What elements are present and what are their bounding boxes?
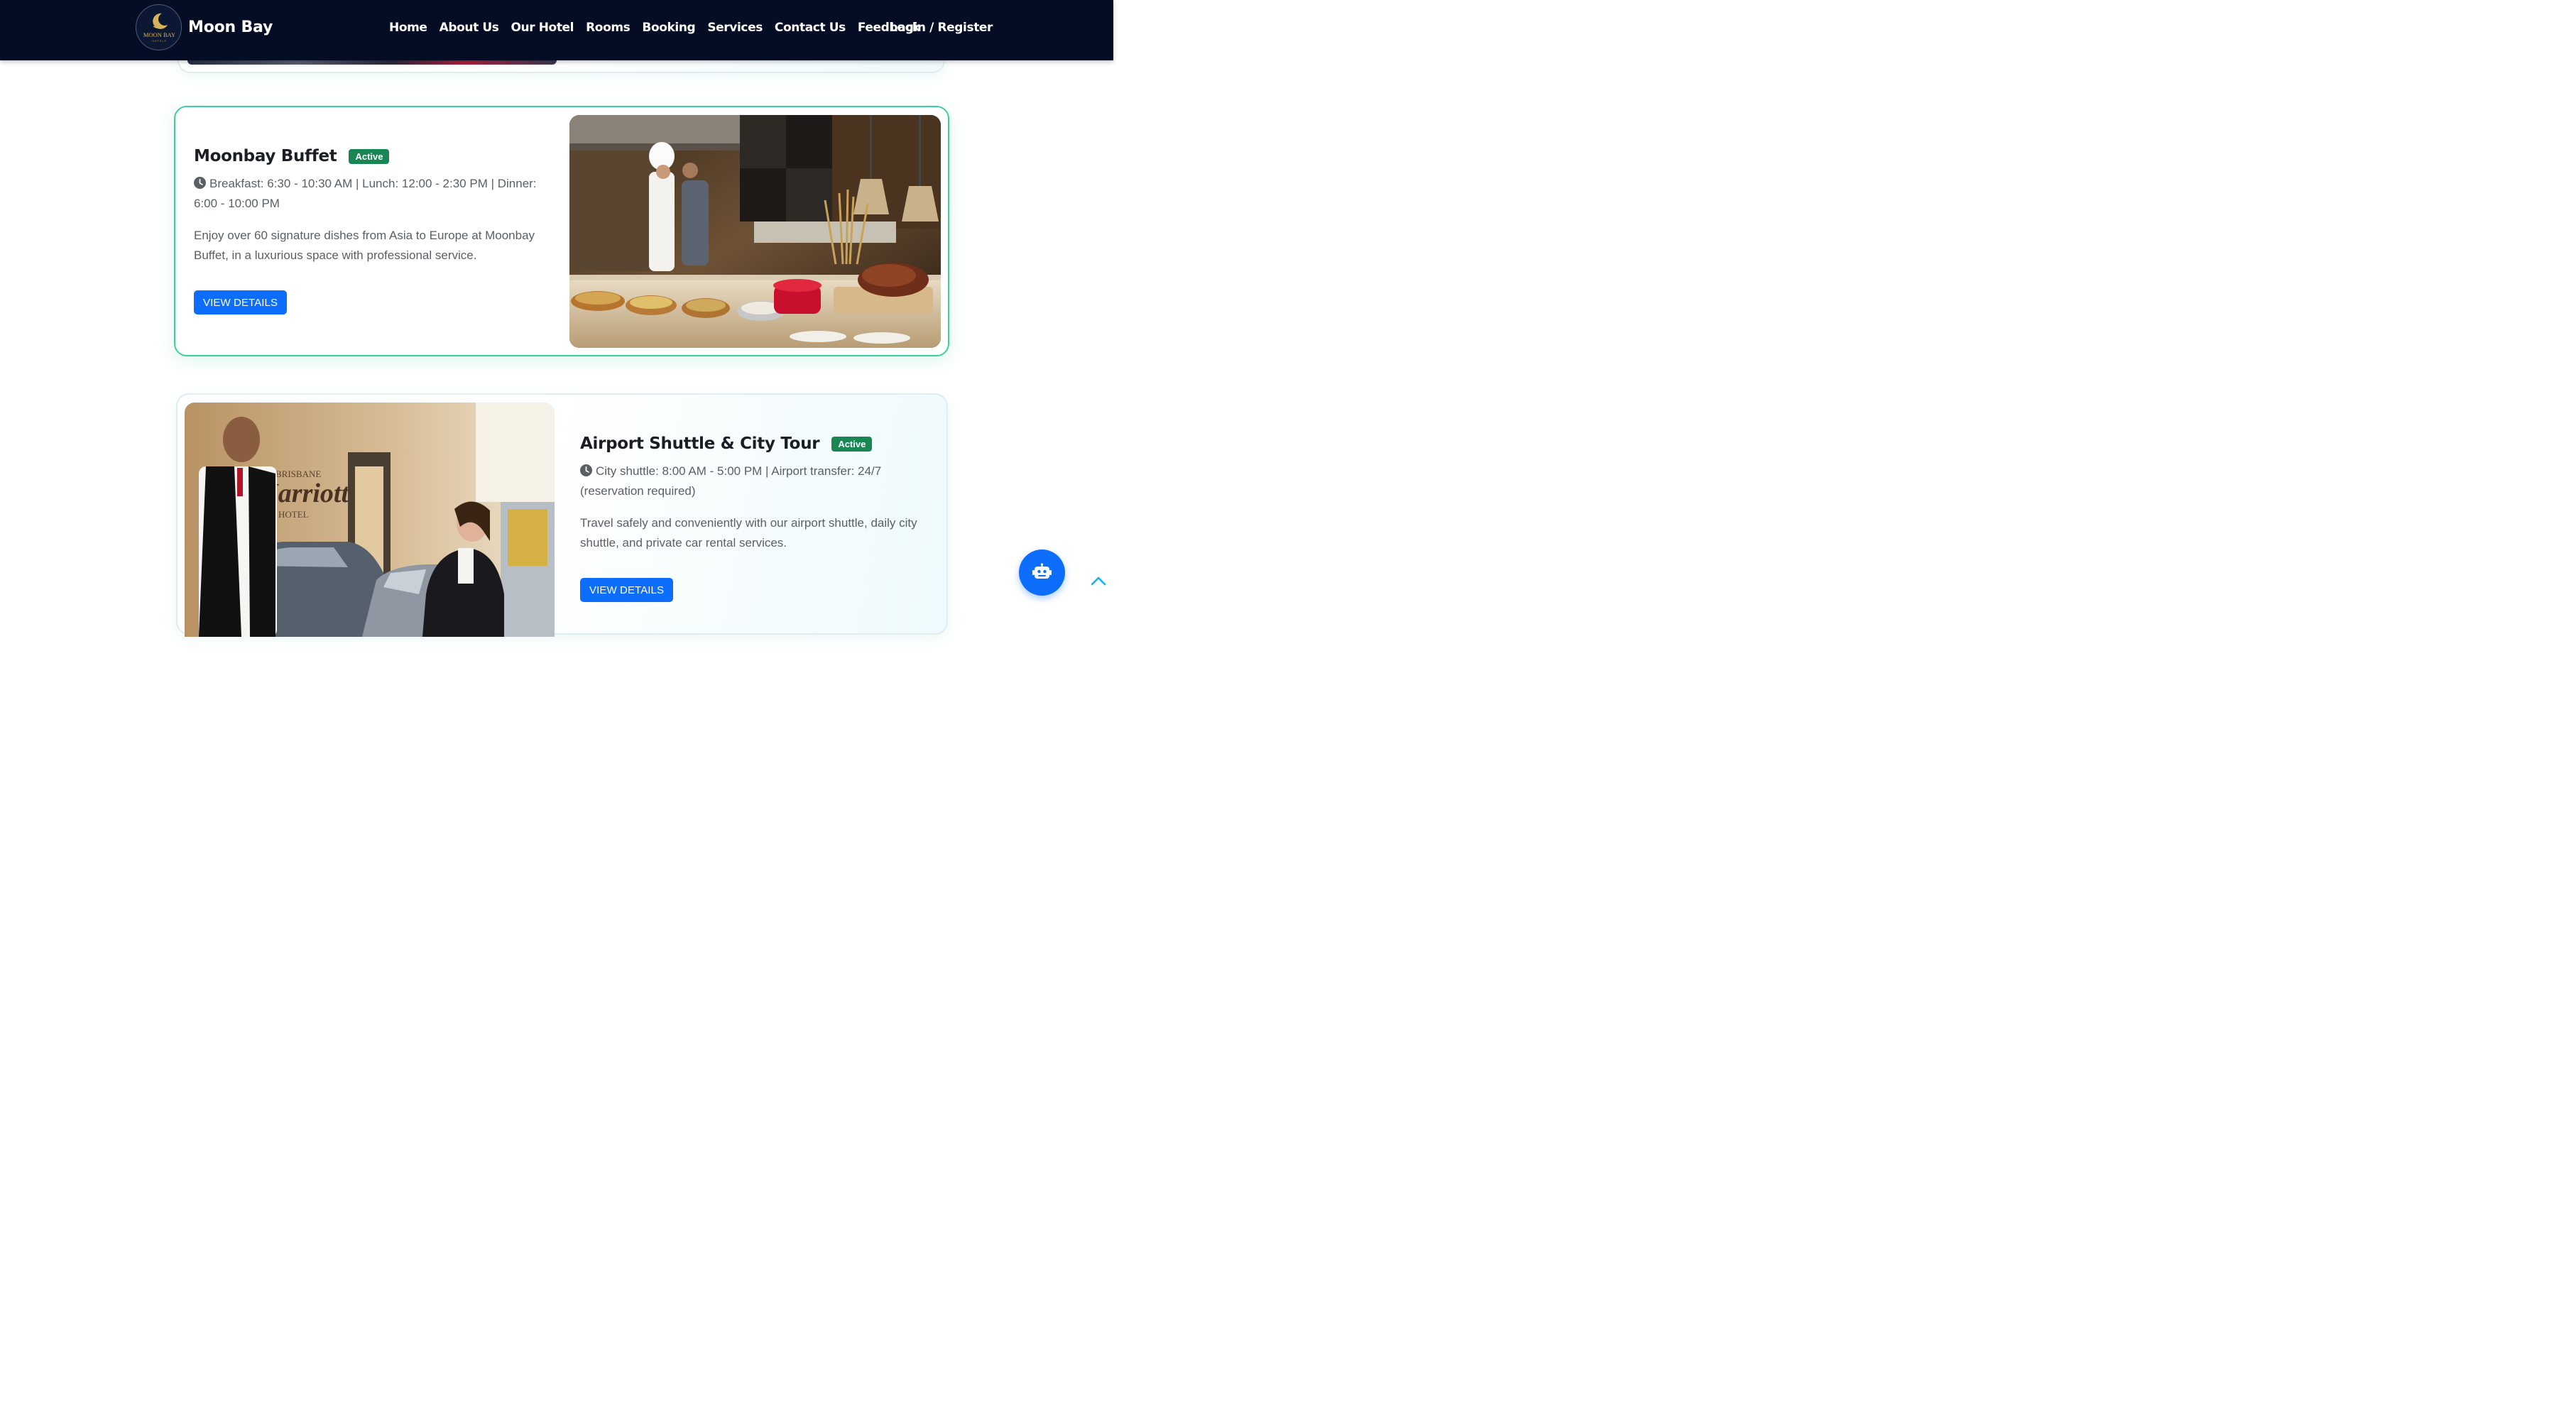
hotel-sign-line3: HOTEL <box>278 509 309 520</box>
hotel-sign-line1: BRISBANE <box>275 469 321 479</box>
chatbot-button[interactable] <box>1019 550 1065 596</box>
nav-link-rooms[interactable]: Rooms <box>586 21 631 35</box>
service-card-buffet: Moonbay Buffet Active Breakfast: 6:30 - … <box>174 106 949 356</box>
service-info: Moonbay Buffet Active Breakfast: 6:30 - … <box>194 147 549 315</box>
service-hours: Breakfast: 6:30 - 10:30 AM | Lunch: 12:0… <box>194 174 549 214</box>
logo-subtext: HOTELS <box>152 40 166 43</box>
nav-links: Home About Us Our Hotel Rooms Booking Se… <box>389 21 932 35</box>
navbar: MOON BAY HOTELS Moon Bay Home About Us O… <box>0 0 1113 60</box>
moon-logo-icon: MOON BAY HOTELS <box>143 13 175 43</box>
nav-link-contact-us[interactable]: Contact Us <box>775 21 846 35</box>
login-register-link[interactable]: Login / Register <box>890 21 993 35</box>
chevron-up-icon[interactable] <box>1090 574 1107 588</box>
service-hours-text: Breakfast: 6:30 - 10:30 AM | Lunch: 12:0… <box>194 177 537 210</box>
service-title: Airport Shuttle & City Tour <box>580 434 820 453</box>
nav-link-booking[interactable]: Booking <box>642 21 695 35</box>
service-description: Enjoy over 60 signature dishes from Asia… <box>194 229 535 262</box>
clock-icon <box>580 464 592 476</box>
nav-link-about-us[interactable]: About Us <box>440 21 499 35</box>
status-badge: Active <box>831 436 873 452</box>
buffet-photo <box>569 115 941 348</box>
service-card-shuttle: BRISBANE Marriott HOTEL Airport Shuttle … <box>176 393 948 637</box>
service-hours: City shuttle: 8:00 AM - 5:00 PM | Airpor… <box>580 461 928 501</box>
status-badge: Active <box>349 148 390 164</box>
brand-name[interactable]: Moon Bay <box>188 18 273 36</box>
service-hours-text: City shuttle: 8:00 AM - 5:00 PM | Airpor… <box>580 464 882 498</box>
nav-link-home[interactable]: Home <box>389 21 427 35</box>
logo-text: MOON BAY <box>143 31 175 38</box>
service-description: Travel safely and conveniently with our … <box>580 516 917 550</box>
brand[interactable]: MOON BAY HOTELS Moon Bay <box>136 4 273 50</box>
service-title: Moonbay Buffet <box>194 147 337 165</box>
brand-logo[interactable]: MOON BAY HOTELS <box>136 4 182 50</box>
clock-icon <box>194 177 206 189</box>
service-info: Airport Shuttle & City Tour Active City … <box>580 434 928 602</box>
service-photo-previous <box>187 60 557 65</box>
view-details-button[interactable]: VIEW DETAILS <box>580 578 674 602</box>
nav-link-our-hotel[interactable]: Our Hotel <box>511 21 574 35</box>
view-details-button[interactable]: VIEW DETAILS <box>194 290 288 315</box>
robot-icon <box>1032 563 1052 579</box>
shuttle-photo: BRISBANE Marriott HOTEL <box>185 403 555 637</box>
nav-link-services[interactable]: Services <box>707 21 763 35</box>
